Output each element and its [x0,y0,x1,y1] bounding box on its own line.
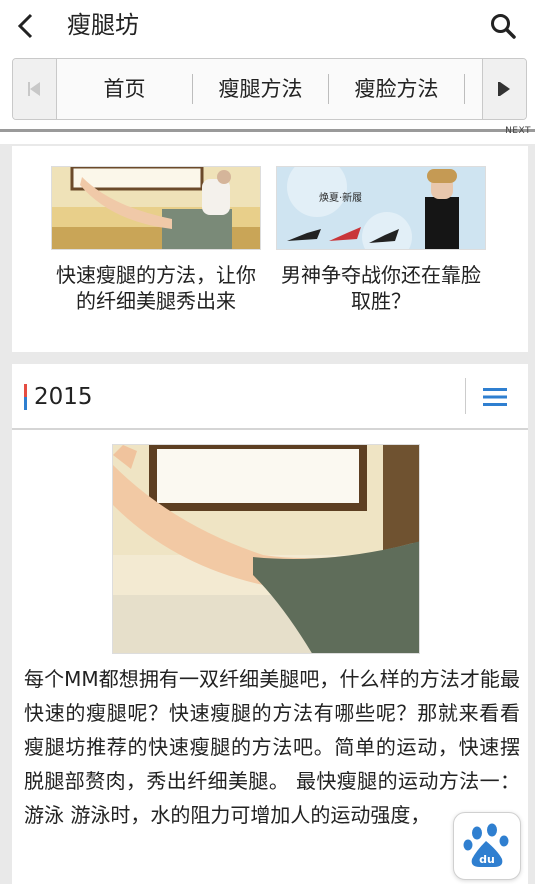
shoe-banner-photo: 焕夏·新履 [277,167,485,249]
featured-item[interactable]: 快速瘦腿的方法，让你的纤细美腿秀出来 [51,166,261,314]
yoga-leg-photo [52,167,260,249]
nav-item-home[interactable]: 首页 [57,74,193,104]
nav-bar: 首页 瘦腿方法 瘦脸方法 [12,58,527,120]
section-title: 2015 [34,384,93,410]
baidu-paw-icon: du [463,823,509,867]
svg-text:du: du [479,853,495,866]
back-button[interactable] [10,10,42,42]
section-header: 2015 [12,364,528,430]
triangle-left-icon [27,82,40,96]
nav-next-button[interactable] [482,59,526,119]
triangle-right-icon [497,82,510,96]
article-image [112,444,420,654]
yoga-leg-photo [113,445,419,653]
section-marker [24,384,27,410]
featured-caption[interactable]: 快速瘦腿的方法，让你的纤细美腿秀出来 [51,262,261,314]
page-title: 瘦腿坊 [67,11,139,39]
chevron-left-icon [17,13,33,39]
article-card: 2015 每个MM都想拥有一双纤细美腿吧，什么样的方法才能最快速的瘦腿呢？快速瘦… [12,364,528,884]
featured-caption[interactable]: 男神争夺战你还在靠脸取胜？ [276,262,486,314]
search-button[interactable] [487,10,519,42]
banner-text: 焕夏·新履 [319,191,362,204]
next-label[interactable]: NEXT [505,126,531,136]
featured-item[interactable]: 焕夏·新履 男神争夺战你还在靠脸取胜？ [276,166,486,314]
nav-prev-button[interactable] [13,59,57,119]
nav-item-face-slimming[interactable]: 瘦脸方法 [329,74,465,104]
nav-item-leg-slimming[interactable]: 瘦腿方法 [193,74,329,104]
top-bar: 瘦腿坊 [0,0,535,52]
featured-card: 快速瘦腿的方法，让你的纤细美腿秀出来 焕夏·新履 男神争夺战你还在靠脸取胜？ [12,146,528,352]
menu-separator [465,378,466,414]
nav-divider [0,129,535,132]
nav-items: 首页 瘦腿方法 瘦脸方法 [57,59,484,119]
featured-thumbnail[interactable] [51,166,261,250]
menu-button[interactable] [478,380,512,414]
nav-bar-container: 首页 瘦腿方法 瘦脸方法 [0,52,535,144]
search-icon [491,14,516,39]
hamburger-menu-icon [483,388,507,406]
article-body: 每个MM都想拥有一双纤细美腿吧，什么样的方法才能最快速的瘦腿呢？快速瘦腿的方法有… [24,667,520,827]
featured-thumbnail[interactable]: 焕夏·新履 [276,166,486,250]
baidu-button[interactable]: du [453,812,521,880]
